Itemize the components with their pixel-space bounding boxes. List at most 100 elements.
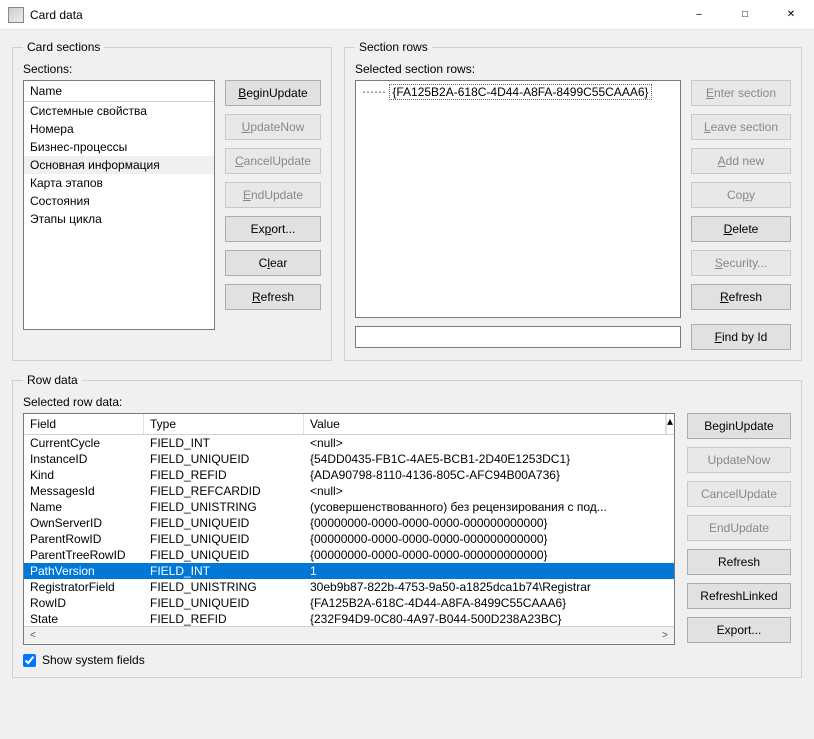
cell-field: PathVersion	[24, 563, 144, 579]
rowdata-update-now-button: UpdateNow	[687, 447, 791, 473]
app-icon	[8, 7, 24, 23]
cell-field: State	[24, 611, 144, 626]
table-row[interactable]: MessagesIdFIELD_REFCARDID<null>	[24, 483, 674, 499]
cell-value: {ADA90798-8110-4136-805C-AFC94B00A736}	[304, 467, 674, 483]
tree-connector-icon: ⋯⋯	[362, 85, 386, 99]
cell-value: {54DD0435-FB1C-4AE5-BCB1-2D40E1253DC1}	[304, 451, 674, 467]
cell-value: <null>	[304, 483, 674, 499]
table-row[interactable]: RowIDFIELD_UNIQUEID{FA125B2A-618C-4D44-A…	[24, 595, 674, 611]
card-sections-legend: Card sections	[23, 40, 104, 54]
table-row[interactable]: RegistratorFieldFIELD_UNISTRING30eb9b87-…	[24, 579, 674, 595]
refresh-rows-button[interactable]: Refresh	[691, 284, 791, 310]
maximize-button[interactable]: □	[722, 0, 768, 30]
scroll-right-icon[interactable]: >	[658, 630, 672, 641]
sections-listbox[interactable]: Name Системные свойстваНомераБизнес-проц…	[23, 80, 215, 330]
cell-field: ParentRowID	[24, 531, 144, 547]
selected-section-rows-label: Selected section rows:	[355, 62, 791, 76]
table-row[interactable]: NameFIELD_UNISTRING(усовершенствованного…	[24, 499, 674, 515]
grid-header-scroll-corner: ▴	[666, 414, 674, 434]
cell-field: RowID	[24, 595, 144, 611]
sections-item[interactable]: Системные свойства	[24, 102, 214, 120]
cell-field: RegistratorField	[24, 579, 144, 595]
col-header-type[interactable]: Type	[144, 414, 304, 434]
card-sections-buttons: BeginUpdate UpdateNow CancelUpdate EndUp…	[225, 80, 321, 330]
rowdata-cancel-update-button: CancelUpdate	[687, 481, 791, 507]
sections-label: Sections:	[23, 62, 321, 76]
end-update-button: EndUpdate	[225, 182, 321, 208]
row-data-buttons: BeginUpdate UpdateNow CancelUpdate EndUp…	[687, 413, 791, 667]
leave-section-button: Leave section	[691, 114, 791, 140]
window-title: Card data	[30, 8, 676, 22]
table-row[interactable]: InstanceIDFIELD_UNIQUEID{54DD0435-FB1C-4…	[24, 451, 674, 467]
table-row[interactable]: StateFIELD_REFID{232F94D9-0C80-4A97-B044…	[24, 611, 674, 626]
table-row[interactable]: PathVersionFIELD_INT1	[24, 563, 674, 579]
rowdata-end-update-button: EndUpdate	[687, 515, 791, 541]
cell-value: {00000000-0000-0000-0000-000000000000}	[304, 547, 674, 563]
cell-value: {00000000-0000-0000-0000-000000000000}	[304, 531, 674, 547]
row-data-group: Row data Selected row data: Field Type V…	[12, 373, 802, 678]
cell-field: Kind	[24, 467, 144, 483]
rowdata-begin-update-button[interactable]: BeginUpdate	[687, 413, 791, 439]
cell-type: FIELD_INT	[144, 563, 304, 579]
cell-type: FIELD_UNIQUEID	[144, 451, 304, 467]
sections-item[interactable]: Этапы цикла	[24, 210, 214, 228]
section-rows-legend: Section rows	[355, 40, 432, 54]
delete-button[interactable]: Delete	[691, 216, 791, 242]
close-button[interactable]: ✕	[768, 0, 814, 30]
refresh-button[interactable]: Refresh	[225, 284, 321, 310]
add-new-button: Add new	[691, 148, 791, 174]
row-data-grid[interactable]: Field Type Value ▴ CurrentCycleFIELD_INT…	[23, 413, 675, 645]
row-data-legend: Row data	[23, 373, 82, 387]
grid-horizontal-scrollbar[interactable]: < >	[24, 626, 674, 643]
titlebar: Card data – □ ✕	[0, 0, 814, 30]
cell-type: FIELD_UNIQUEID	[144, 547, 304, 563]
export-button[interactable]: Export...	[225, 216, 321, 242]
rowdata-refresh-linked-button[interactable]: RefreshLinked	[687, 583, 791, 609]
show-system-fields-checkbox[interactable]	[23, 654, 36, 667]
security-button: Security...	[691, 250, 791, 276]
clear-button[interactable]: Clear	[225, 250, 321, 276]
scroll-left-icon[interactable]: <	[26, 630, 40, 641]
minimize-button[interactable]: –	[676, 0, 722, 30]
table-row[interactable]: ParentTreeRowIDFIELD_UNIQUEID{00000000-0…	[24, 547, 674, 563]
begin-update-button[interactable]: BeginUpdate	[225, 80, 321, 106]
col-header-value[interactable]: Value	[304, 414, 666, 434]
section-rows-buttons: Enter section Leave section Add new Copy…	[691, 80, 791, 318]
find-by-id-input[interactable]	[355, 326, 681, 348]
rowdata-export-button[interactable]: Export...	[687, 617, 791, 643]
section-rows-tree[interactable]: ⋯⋯ {FA125B2A-618C-4D44-A8FA-8499C55CAAA6…	[355, 80, 681, 318]
copy-button: Copy	[691, 182, 791, 208]
sections-item[interactable]: Основная информация	[24, 156, 214, 174]
cell-field: ParentTreeRowID	[24, 547, 144, 563]
cell-value: (усовершенствованного) без рецензировани…	[304, 499, 674, 515]
cell-type: FIELD_UNISTRING	[144, 499, 304, 515]
grid-header: Field Type Value ▴	[24, 414, 674, 435]
table-row[interactable]: CurrentCycleFIELD_INT<null>	[24, 435, 674, 451]
cell-value: 1	[304, 563, 674, 579]
cell-type: FIELD_UNISTRING	[144, 579, 304, 595]
card-sections-group: Card sections Sections: Name Системные с…	[12, 40, 332, 361]
find-by-id-button[interactable]: Find by Id	[691, 324, 791, 350]
cell-type: FIELD_INT	[144, 435, 304, 451]
cell-value: <null>	[304, 435, 674, 451]
table-row[interactable]: OwnServerIDFIELD_UNIQUEID{00000000-0000-…	[24, 515, 674, 531]
sections-item[interactable]: Номера	[24, 120, 214, 138]
cell-type: FIELD_UNIQUEID	[144, 595, 304, 611]
sections-header: Name	[24, 81, 214, 102]
col-header-field[interactable]: Field	[24, 414, 144, 434]
sections-item[interactable]: Бизнес-процессы	[24, 138, 214, 156]
cell-field: CurrentCycle	[24, 435, 144, 451]
tree-node[interactable]: ⋯⋯ {FA125B2A-618C-4D44-A8FA-8499C55CAAA6…	[362, 85, 674, 99]
cell-value: {FA125B2A-618C-4D44-A8FA-8499C55CAAA6}	[304, 595, 674, 611]
tree-node-label: {FA125B2A-618C-4D44-A8FA-8499C55CAAA6}	[389, 84, 651, 100]
show-system-fields-label[interactable]: Show system fields	[42, 653, 145, 667]
enter-section-button: Enter section	[691, 80, 791, 106]
sections-item[interactable]: Карта этапов	[24, 174, 214, 192]
table-row[interactable]: KindFIELD_REFID{ADA90798-8110-4136-805C-…	[24, 467, 674, 483]
table-row[interactable]: ParentRowIDFIELD_UNIQUEID{00000000-0000-…	[24, 531, 674, 547]
sections-item[interactable]: Состояния	[24, 192, 214, 210]
cell-type: FIELD_UNIQUEID	[144, 515, 304, 531]
cell-type: FIELD_REFCARDID	[144, 483, 304, 499]
rowdata-refresh-button[interactable]: Refresh	[687, 549, 791, 575]
cell-field: MessagesId	[24, 483, 144, 499]
